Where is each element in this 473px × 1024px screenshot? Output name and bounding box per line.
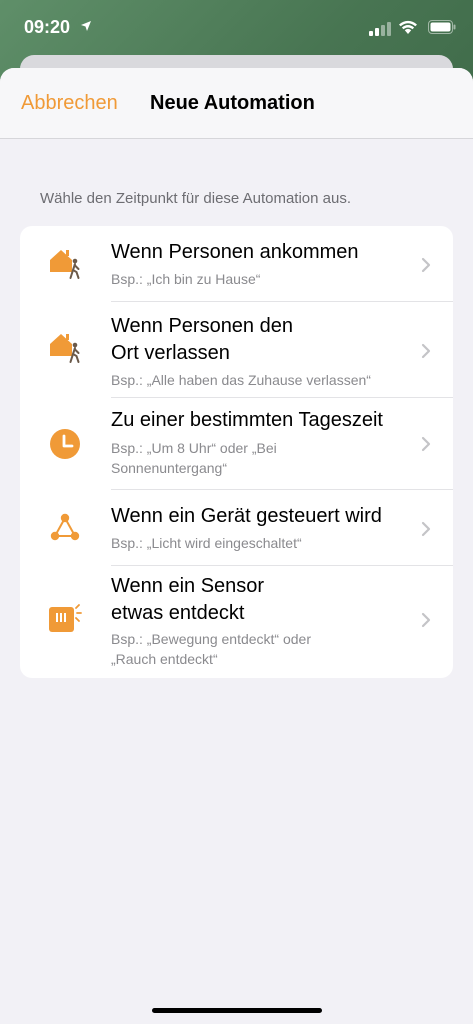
cellular-signal-icon <box>369 22 391 36</box>
status-time: 09:20 <box>24 17 71 37</box>
navigation-bar: Abbrechen Neue Automation <box>0 68 473 139</box>
chevron-right-icon <box>421 436 431 452</box>
chevron-right-icon <box>421 612 431 628</box>
option-device-controlled[interactable]: Wenn ein Gerät gesteuert wird Bsp.: „Lic… <box>20 490 453 566</box>
option-people-arrive[interactable]: Wenn Personen ankommen Bsp.: „Ich bin zu… <box>20 226 453 302</box>
chevron-right-icon <box>421 257 431 273</box>
option-title: Zu einer bestimmten Tageszeit <box>111 409 383 431</box>
option-title-line2: etwas entdeckt <box>111 602 245 624</box>
house-person-arrive-icon <box>50 250 80 279</box>
automation-options-list: Wenn Personen ankommen Bsp.: „Ich bin zu… <box>20 226 453 678</box>
section-header: Wähle den Zeitpunkt für diese Automation… <box>40 190 352 207</box>
option-subtitle-line1: Bsp.: „Bewegung entdeckt“ oder <box>111 631 312 647</box>
device-network-icon <box>50 513 80 541</box>
option-sensor-detects[interactable]: Wenn ein Sensor etwas entdeckt Bsp.: „Be… <box>20 566 453 678</box>
page-title: Neue Automation <box>150 92 315 114</box>
chevron-right-icon <box>421 343 431 359</box>
option-title-line2: Ort verlassen <box>111 342 230 364</box>
house-person-leave-icon <box>50 334 80 363</box>
option-time-of-day[interactable]: Zu einer bestimmten Tageszeit Bsp.: „Um … <box>20 398 453 490</box>
clock-icon <box>50 429 80 459</box>
option-title-line1: Wenn ein Sensor <box>111 575 265 597</box>
home-indicator[interactable] <box>152 1008 322 1013</box>
wifi-icon <box>399 20 417 34</box>
location-arrow-icon <box>81 21 91 31</box>
option-subtitle-line2: „Rauch entdeckt“ <box>111 651 218 667</box>
option-subtitle: Bsp.: „Ich bin zu Hause“ <box>111 271 261 287</box>
sensor-icon <box>49 604 82 632</box>
battery-icon <box>428 20 456 34</box>
option-title: Wenn ein Gerät gesteuert wird <box>111 505 382 527</box>
chevron-right-icon <box>421 521 431 537</box>
option-title: Wenn Personen ankommen <box>111 241 359 263</box>
option-people-leave[interactable]: Wenn Personen den Ort verlassen Bsp.: „A… <box>20 302 453 398</box>
status-bar: 09:20 <box>0 0 473 56</box>
option-subtitle-line1: Bsp.: „Um 8 Uhr“ oder „Bei <box>111 440 277 456</box>
new-automation-sheet: Abbrechen Neue Automation Wähle den Zeit… <box>0 68 473 1024</box>
option-subtitle-line2: Sonnenuntergang“ <box>111 460 227 476</box>
option-title-line1: Wenn Personen den <box>111 315 293 337</box>
option-subtitle: Bsp.: „Alle haben das Zuhause verlassen“ <box>111 372 371 388</box>
cancel-button[interactable]: Abbrechen <box>21 92 118 115</box>
option-subtitle: Bsp.: „Licht wird eingeschaltet“ <box>111 535 302 551</box>
